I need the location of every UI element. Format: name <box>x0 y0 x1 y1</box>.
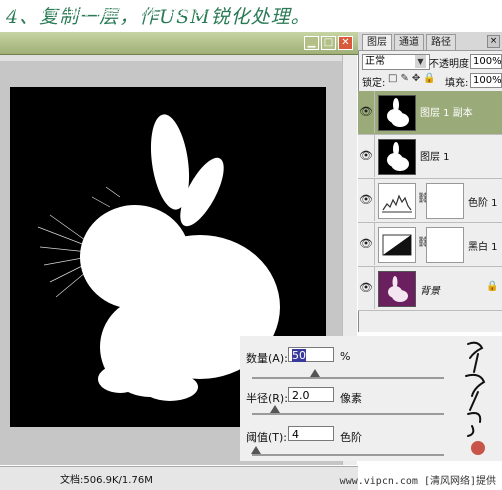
chevron-down-icon[interactable]: ▼ <box>415 55 426 68</box>
eye-icon[interactable]: 👁 <box>358 223 375 265</box>
layer-name: 色阶 1 <box>468 198 498 209</box>
tab-layers[interactable]: 图层 <box>362 34 392 50</box>
amount-unit: % <box>340 350 351 363</box>
eye-icon[interactable]: 👁 <box>358 91 375 133</box>
threshold-slider-thumb[interactable] <box>250 446 261 454</box>
threshold-input[interactable]: 4 <box>288 426 334 441</box>
opacity-label: 不透明度: <box>429 59 473 70</box>
layer-row-levels[interactable]: 👁 ⛓ 色阶 1 <box>358 179 502 223</box>
lock-icons[interactable]: □✎✥🔒 <box>388 73 439 84</box>
layer-name: 图层 1 <box>420 152 450 163</box>
layer-mask-thumbnail <box>426 183 464 219</box>
eye-icon[interactable]: 👁 <box>358 179 375 221</box>
document-title: 677.jpg @ 100% (图层 1 副本, RGB/8#) <box>4 8 213 19</box>
fill-label: 填充: <box>445 78 469 89</box>
signature-watermark <box>448 336 502 461</box>
panel-close-icon[interactable]: × <box>487 35 500 48</box>
threshold-label: 阈值(T): <box>246 431 288 444</box>
layer-thumbnail <box>378 95 416 131</box>
tab-paths[interactable]: 路径 <box>426 34 456 50</box>
black-white-adjustment-icon <box>378 227 416 263</box>
layer-row-layer1[interactable]: 👁 图层 1 <box>358 135 502 179</box>
radius-input[interactable]: 2.0 <box>288 387 334 402</box>
opacity-input[interactable]: 100% <box>470 54 502 69</box>
amount-slider-track[interactable] <box>252 377 444 379</box>
eye-icon[interactable]: 👁 <box>358 267 375 309</box>
amount-input[interactable]: 50 <box>288 347 334 362</box>
status-bar: 文档:506.9K/1.76M <box>0 466 358 490</box>
document-size: 文档:506.9K/1.76M <box>60 475 153 486</box>
layer-mask-thumbnail <box>426 227 464 263</box>
fill-input[interactable]: 100% <box>470 73 502 88</box>
layer-thumbnail <box>378 139 416 175</box>
ruler <box>0 55 342 61</box>
footer-credit: www.vipcn.com [清风网络]提供 <box>339 476 496 487</box>
lock-label: 锁定: <box>362 78 386 89</box>
tab-channels[interactable]: 通道 <box>394 34 424 50</box>
maximize-button[interactable]: □ <box>321 36 336 50</box>
layer-name: 图层 1 副本 <box>420 108 473 119</box>
radius-unit: 像素 <box>340 392 362 405</box>
radius-label: 半径(R): <box>246 392 288 405</box>
close-button[interactable]: ✕ <box>338 36 353 50</box>
layer-name: 背景 <box>420 286 440 297</box>
amount-slider-thumb[interactable] <box>310 369 321 377</box>
lock-icon: 🔒 <box>486 281 499 292</box>
layer-row-background[interactable]: 👁 背景 🔒 <box>358 267 502 311</box>
radius-slider-track[interactable] <box>252 413 444 415</box>
minimize-button[interactable]: ▁ <box>304 36 319 50</box>
levels-adjustment-icon <box>378 183 416 219</box>
layer-thumbnail <box>378 271 416 307</box>
layer-name: 黑白 1 <box>468 242 498 253</box>
layer-row-copy[interactable]: 👁 图层 1 副本 <box>358 91 502 135</box>
threshold-slider-track[interactable] <box>252 454 444 456</box>
amount-label: 数量(A): <box>246 352 288 365</box>
layer-row-bw[interactable]: 👁 ⛓ 黑白 1 <box>358 223 502 267</box>
eye-icon[interactable]: 👁 <box>358 135 375 177</box>
threshold-unit: 色阶 <box>340 431 362 444</box>
radius-slider-thumb[interactable] <box>270 405 281 413</box>
